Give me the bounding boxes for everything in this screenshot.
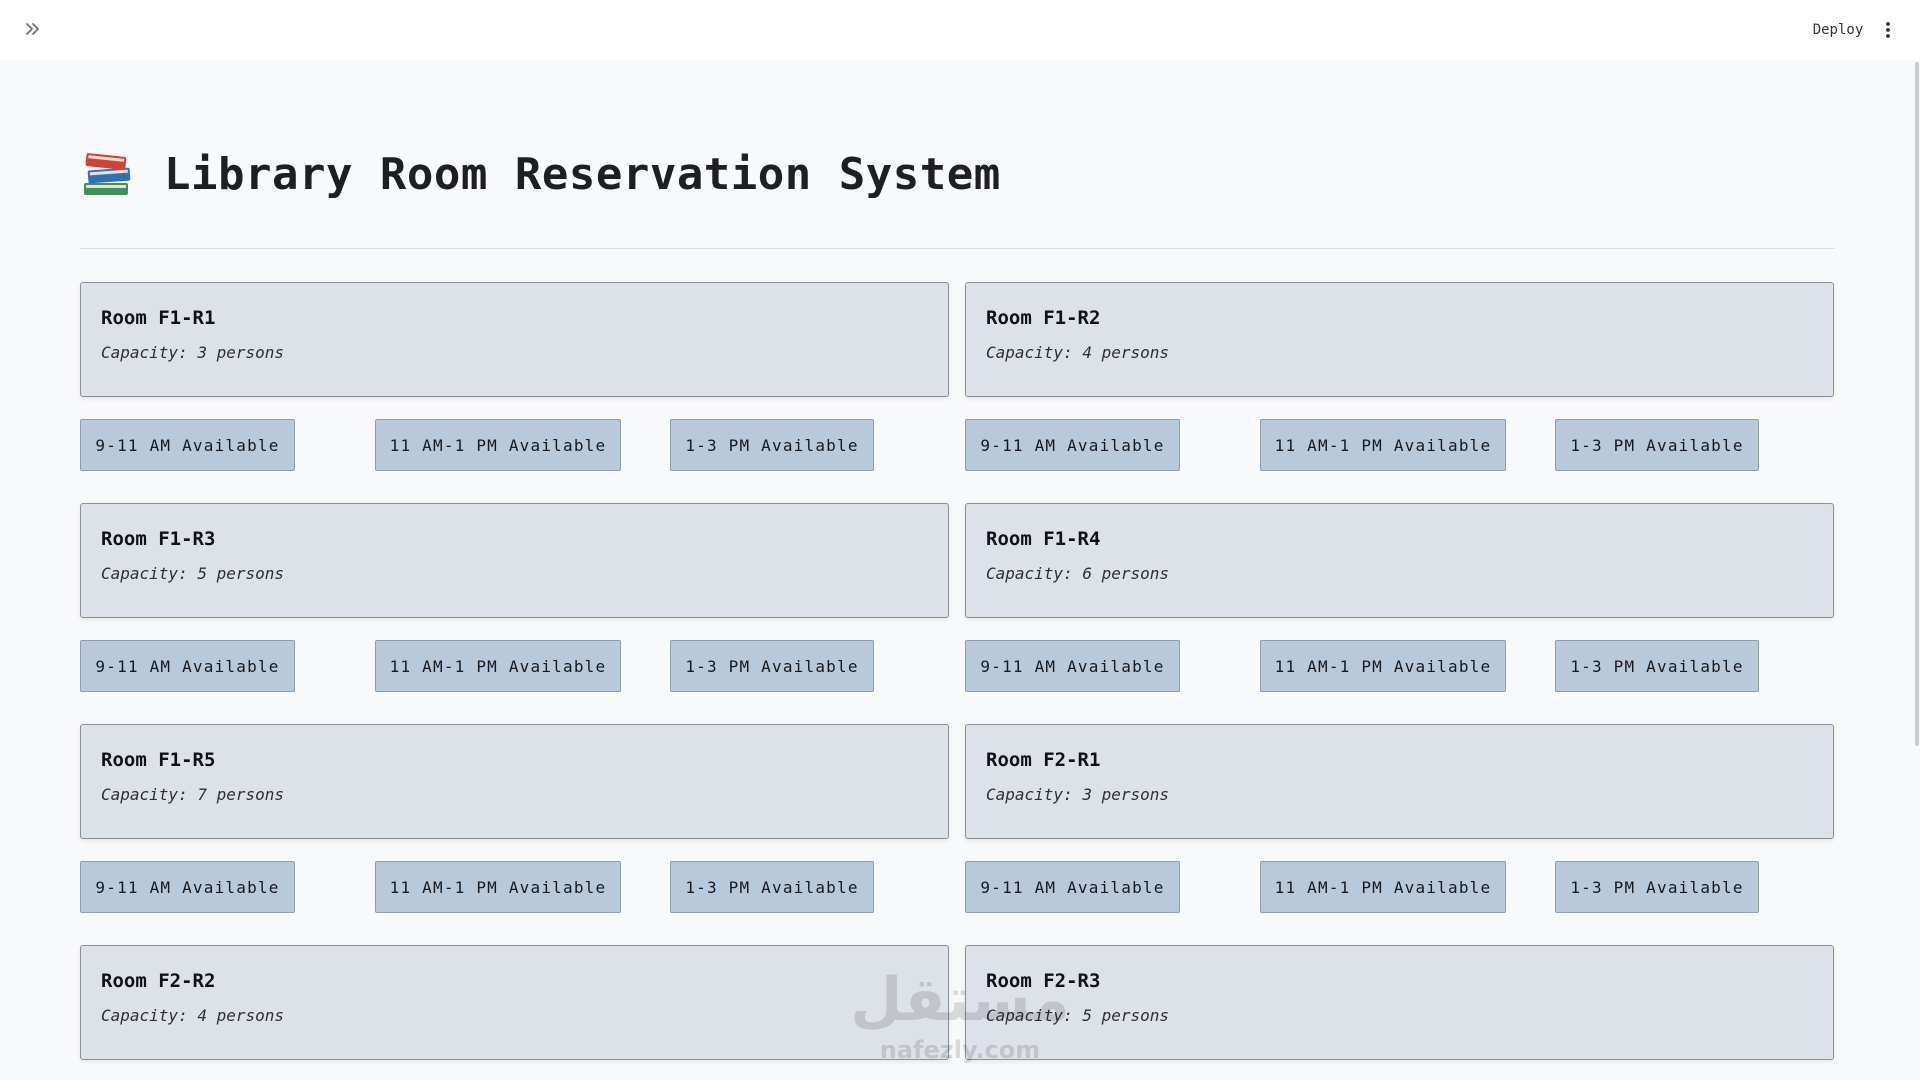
room-name: Room F2-R2 (101, 970, 216, 992)
slot-button[interactable]: 11 AM-1 PM Available (375, 640, 621, 692)
room-capacity: Capacity: 5 persons (101, 564, 285, 583)
room-card: Room F1-R5 Capacity: 7 persons (80, 724, 949, 839)
slot-button[interactable]: 9-11 AM Available (965, 419, 1180, 471)
room-name: Room F2-R3 (986, 970, 1101, 992)
slot-button[interactable]: 1-3 PM Available (1555, 419, 1759, 471)
room-card: Room F1-R2 Capacity: 4 persons (965, 282, 1834, 397)
room-name: Room F1-R5 (101, 749, 216, 771)
slot-button[interactable]: 1-3 PM Available (670, 861, 874, 913)
room-card: Room F1-R3 Capacity: 5 persons (80, 503, 949, 618)
slot-button[interactable]: 1-3 PM Available (1555, 640, 1759, 692)
slot-button[interactable]: 1-3 PM Available (670, 640, 874, 692)
scrollbar[interactable] (1915, 62, 1919, 746)
room-card: Room F2-R1 Capacity: 3 persons (965, 724, 1834, 839)
room-name: Room F1-R3 (101, 528, 216, 550)
room-capacity: Capacity: 5 persons (986, 1006, 1170, 1025)
room-card: Room F2-R2 Capacity: 4 persons (80, 945, 949, 1060)
room-name: Room F1-R4 (986, 528, 1101, 550)
expand-sidebar-icon[interactable] (20, 16, 46, 42)
room-capacity: Capacity: 4 persons (101, 1006, 285, 1025)
room-capacity: Capacity: 3 persons (101, 343, 285, 362)
room-card: Room F1-R4 Capacity: 6 persons (965, 503, 1834, 618)
room-capacity: Capacity: 7 persons (101, 785, 285, 804)
room-capacity: Capacity: 3 persons (986, 785, 1170, 804)
room-name: Room F1-R2 (986, 307, 1101, 329)
room-card: Room F1-R1 Capacity: 3 persons (80, 282, 949, 397)
divider (80, 248, 1835, 249)
room-capacity: Capacity: 6 persons (986, 564, 1170, 583)
slot-button[interactable]: 11 AM-1 PM Available (1260, 861, 1506, 913)
slot-button[interactable]: 11 AM-1 PM Available (1260, 640, 1506, 692)
slot-button[interactable]: 1-3 PM Available (1555, 861, 1759, 913)
page-title: Library Room Reservation System (164, 148, 1001, 200)
top-bar: Deploy (0, 0, 1920, 60)
slot-button[interactable]: 11 AM-1 PM Available (375, 861, 621, 913)
room-name: Room F1-R1 (101, 307, 216, 329)
slot-button[interactable]: 9-11 AM Available (80, 861, 295, 913)
slot-button[interactable]: 9-11 AM Available (80, 640, 295, 692)
room-name: Room F2-R1 (986, 749, 1101, 771)
room-card: Room F2-R3 Capacity: 5 persons (965, 945, 1834, 1060)
slot-button[interactable]: 1-3 PM Available (670, 419, 874, 471)
more-options-icon[interactable] (1878, 18, 1898, 42)
deploy-button[interactable]: Deploy (1800, 18, 1876, 42)
books-icon (80, 147, 134, 201)
slot-button[interactable]: 11 AM-1 PM Available (1260, 419, 1506, 471)
room-capacity: Capacity: 4 persons (986, 343, 1170, 362)
slot-button[interactable]: 9-11 AM Available (965, 640, 1180, 692)
slot-button[interactable]: 9-11 AM Available (965, 861, 1180, 913)
slot-button[interactable]: 9-11 AM Available (80, 419, 295, 471)
slot-button[interactable]: 11 AM-1 PM Available (375, 419, 621, 471)
page-header: Library Room Reservation System (80, 142, 1001, 206)
